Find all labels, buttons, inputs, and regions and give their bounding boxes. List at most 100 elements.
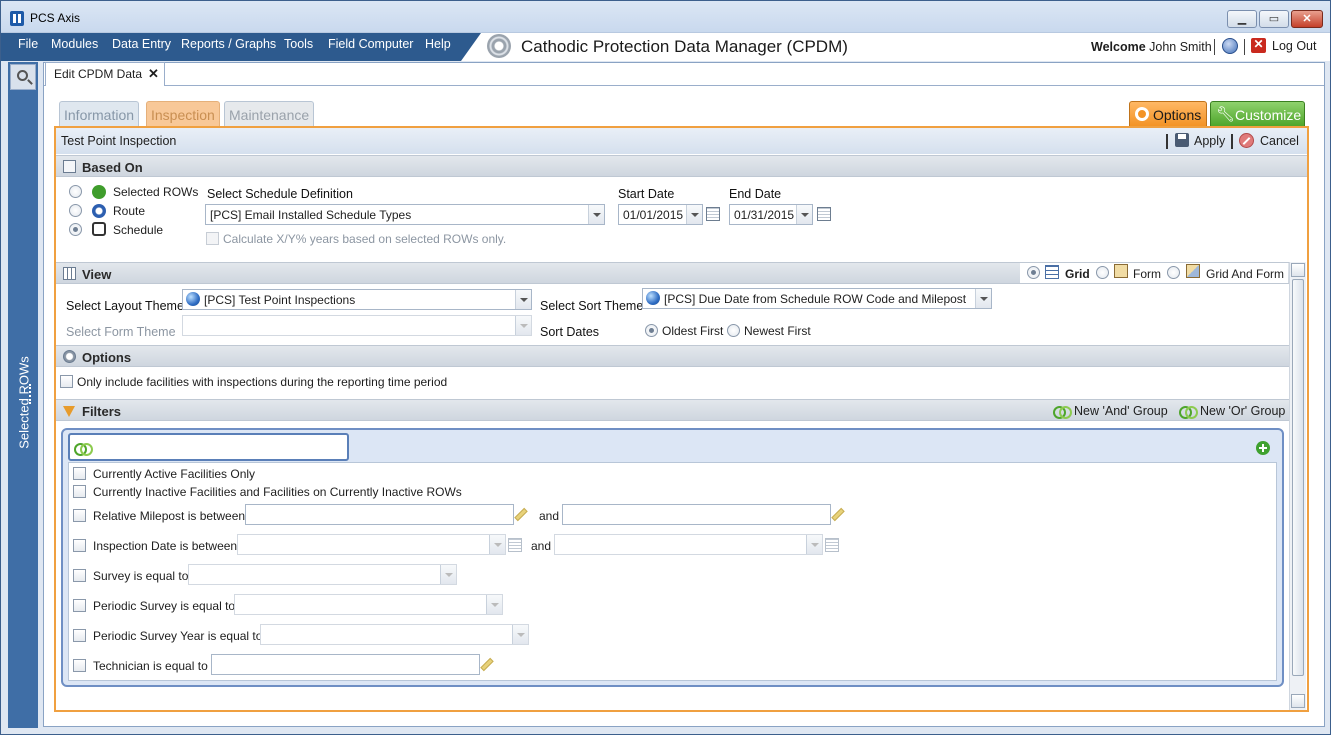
chevron-down-icon[interactable]: [796, 205, 812, 224]
calendar-icon[interactable]: [817, 207, 831, 221]
help-globe-icon[interactable]: [1222, 38, 1238, 54]
logout-icon[interactable]: ✕: [1251, 37, 1266, 53]
end-date-value: 01/31/2015: [734, 208, 795, 222]
scroll-thumb[interactable]: [1292, 279, 1304, 676]
new-and-group-button[interactable]: New 'And' Group: [1074, 404, 1168, 418]
radio-newest-first[interactable]: [727, 324, 740, 337]
window-title: PCS Axis: [30, 11, 81, 25]
schedule-definition-select[interactable]: [PCS] Email Installed Schedule Types: [205, 204, 605, 225]
filter-technician-checkbox[interactable]: [73, 659, 86, 672]
maximize-button[interactable]: ▭: [1259, 10, 1289, 28]
based-on-title: Based On: [82, 160, 143, 175]
chevron-down-icon[interactable]: [588, 205, 604, 224]
scroll-up-arrow-icon[interactable]: [1291, 263, 1305, 277]
filter-periodic-survey-year-checkbox[interactable]: [73, 629, 86, 642]
gear-icon: [63, 350, 76, 363]
customize-button[interactable]: 🔧︎ Customize: [1210, 101, 1305, 127]
milepost-to-input[interactable]: [562, 504, 831, 525]
radio-grid-and-form[interactable]: [1167, 266, 1180, 279]
chevron-down-icon[interactable]: [975, 289, 991, 308]
search-button[interactable]: [10, 64, 36, 90]
start-date-field[interactable]: 01/01/2015: [618, 204, 703, 225]
filter-active-facilities-checkbox[interactable]: [73, 467, 86, 480]
menu-modules[interactable]: Modules: [51, 37, 98, 51]
panel-header: Test Point Inspection Apply Cancel: [56, 128, 1307, 154]
only-include-label: Only include facilities with inspections…: [77, 375, 448, 389]
layout-theme-value: [PCS] Test Point Inspections: [204, 293, 356, 307]
based-on-header[interactable]: Based On: [56, 155, 1307, 177]
periodic-survey-year-select[interactable]: [260, 624, 529, 645]
calendar-icon[interactable]: [825, 538, 839, 552]
panel-title: Test Point Inspection: [61, 134, 177, 148]
view-title: View: [82, 267, 112, 282]
options-button[interactable]: Options: [1129, 101, 1207, 127]
filter-inspection-date-checkbox[interactable]: [73, 539, 86, 552]
inspection-date-to-field[interactable]: [554, 534, 823, 555]
chevron-down-icon[interactable]: [489, 535, 505, 554]
options-header[interactable]: Options: [56, 345, 1289, 367]
chevron-down-icon[interactable]: [512, 625, 528, 644]
milepost-from-input[interactable]: [245, 504, 514, 525]
menu-tools[interactable]: Tools: [284, 37, 313, 51]
radio-grid[interactable]: [1027, 266, 1040, 279]
chevron-down-icon[interactable]: [515, 290, 531, 309]
filter-periodic-survey-checkbox[interactable]: [73, 599, 86, 612]
menu-file[interactable]: File: [18, 37, 38, 51]
and-label: and: [539, 509, 560, 523]
menu-data-entry[interactable]: Data Entry: [112, 37, 171, 51]
filters-header[interactable]: Filters New 'And' Group New 'Or' Group: [56, 399, 1289, 421]
filter-inactive-facilities-checkbox[interactable]: [73, 485, 86, 498]
radio-selected-rows[interactable]: [69, 185, 82, 198]
scroll-down-arrow-icon[interactable]: [1291, 694, 1305, 708]
calendar-icon[interactable]: [508, 538, 522, 552]
form-theme-select[interactable]: [182, 315, 532, 336]
save-icon: [1175, 133, 1189, 147]
cancel-button[interactable]: Cancel: [1260, 134, 1299, 148]
filter-relative-milepost-checkbox[interactable]: [73, 509, 86, 522]
technician-input[interactable]: [211, 654, 480, 675]
periodic-survey-select[interactable]: [234, 594, 503, 615]
filter-inactive-facilities-label: Currently Inactive Facilities and Facili…: [93, 485, 462, 499]
radio-route[interactable]: [69, 204, 82, 217]
selected-rows-panel-toggle[interactable]: Selected ROWs: [9, 280, 37, 540]
close-tab-icon[interactable]: ✕: [148, 66, 159, 82]
close-button[interactable]: ✕: [1291, 10, 1323, 28]
inspection-date-from-field[interactable]: [237, 534, 506, 555]
grid-section-icon: [63, 267, 76, 280]
radio-schedule[interactable]: [69, 223, 82, 236]
apply-button[interactable]: Apply: [1194, 134, 1225, 148]
newest-first-label: Newest First: [744, 324, 811, 338]
tab-information[interactable]: Information: [59, 101, 140, 126]
sort-theme-value: [PCS] Due Date from Schedule ROW Code an…: [664, 292, 967, 306]
doc-tab-edit-cpdm-data[interactable]: Edit CPDM Data ✕: [45, 62, 165, 86]
add-filter-icon[interactable]: [1256, 441, 1270, 455]
menu-help[interactable]: Help: [425, 37, 451, 51]
minimize-button[interactable]: ▁: [1227, 10, 1257, 28]
only-include-checkbox[interactable]: [60, 375, 73, 388]
chevron-down-icon[interactable]: [806, 535, 822, 554]
vertical-scrollbar[interactable]: [1289, 262, 1306, 710]
end-date-field[interactable]: 01/31/2015: [729, 204, 813, 225]
calendar-icon[interactable]: [706, 207, 720, 221]
chevron-down-icon[interactable]: [515, 316, 531, 335]
radio-form[interactable]: [1096, 266, 1109, 279]
radio-oldest-first[interactable]: [645, 324, 658, 337]
logout-link[interactable]: Log Out: [1272, 39, 1316, 53]
filter-survey-checkbox[interactable]: [73, 569, 86, 582]
close-icon: ✕: [1302, 13, 1312, 25]
chevron-down-icon[interactable]: [440, 565, 456, 584]
sort-theme-select[interactable]: [PCS] Due Date from Schedule ROW Code an…: [642, 288, 992, 309]
layout-theme-select[interactable]: [PCS] Test Point Inspections: [182, 289, 532, 310]
new-or-group-button[interactable]: New 'Or' Group: [1200, 404, 1285, 418]
menu-field-computer[interactable]: Field Computer: [328, 37, 413, 51]
survey-select[interactable]: [188, 564, 457, 585]
chevron-down-icon[interactable]: [686, 205, 702, 224]
drag-handle[interactable]: [29, 384, 33, 404]
app-title: Cathodic Protection Data Manager (CPDM): [521, 37, 848, 56]
calc-years-checkbox[interactable]: [206, 232, 219, 245]
tab-inspection[interactable]: Inspection: [146, 101, 220, 126]
filter-group-name-input[interactable]: [68, 433, 349, 461]
chevron-down-icon[interactable]: [486, 595, 502, 614]
menu-reports-graphs[interactable]: Reports / Graphs: [181, 37, 276, 51]
tab-maintenance[interactable]: Maintenance: [224, 101, 315, 126]
